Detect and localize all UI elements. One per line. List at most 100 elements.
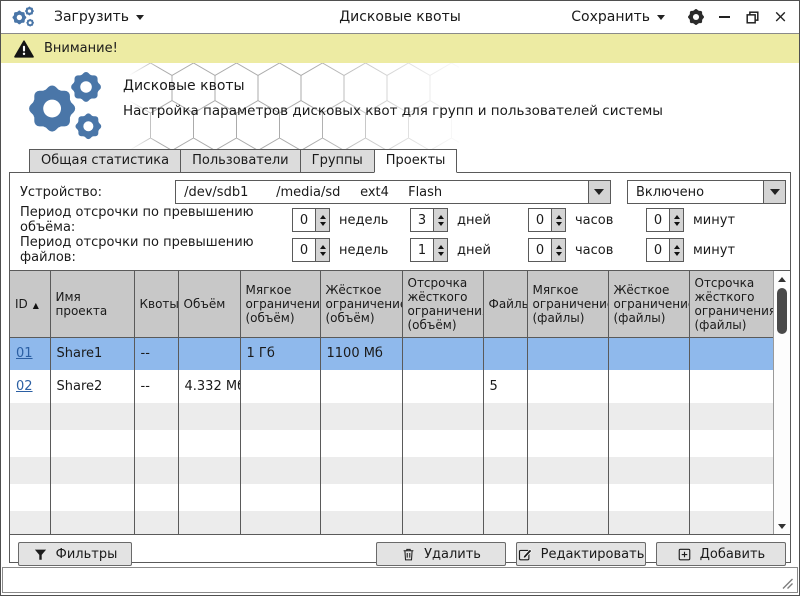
project-id-link[interactable]: 02 [16, 379, 33, 394]
save-menu-button[interactable]: Сохранить [567, 6, 669, 28]
spinner-buttons[interactable] [669, 209, 683, 231]
empty-cell [10, 403, 50, 430]
grace-volume-days-spinner[interactable]: 3 [410, 208, 448, 232]
spinner-down-icon [556, 252, 562, 259]
spinner-value: 3 [411, 209, 433, 231]
empty-cell [527, 511, 608, 535]
table-cell: 4.332 Мб [178, 370, 240, 403]
grace-volume-weeks-spinner[interactable]: 0 [292, 208, 330, 232]
spinner-buttons[interactable] [315, 239, 329, 261]
add-button[interactable]: Добавить [656, 542, 786, 566]
empty-cell [608, 403, 689, 430]
empty-cell [240, 511, 320, 535]
tab-groups[interactable]: Группы [300, 149, 375, 173]
column-header[interactable]: Мягкое ограничение (объём) [240, 271, 320, 337]
empty-cell [50, 511, 134, 535]
edit-button[interactable]: Редактировать [516, 542, 646, 566]
app-window: Загрузить Дисковые квоты Сохранить × Вни… [0, 0, 800, 596]
grace-period-label: Период отсрочки по превышению объёма: [20, 205, 292, 235]
device-combobox[interactable]: /dev/sdb1/media/sdext4Flash [175, 180, 611, 204]
spinner-up-icon [674, 212, 680, 219]
spinner-down-icon [438, 252, 444, 259]
action-buttons-row: Фильтры Удалить Редактировать Добавить [10, 535, 790, 567]
page-subtitle: Настройка параметров дисковых квот для г… [123, 103, 663, 119]
window-maximize-button[interactable] [744, 9, 761, 26]
empty-cell [689, 457, 773, 484]
empty-cell [320, 484, 402, 511]
grace-files-minutes-spinner[interactable]: 0 [646, 238, 684, 262]
column-header[interactable]: Имя проекта [50, 271, 134, 337]
warning-icon [14, 40, 34, 58]
resize-grip-icon[interactable] [781, 577, 794, 590]
column-header[interactable]: Отсрочка жёсткого ограничения (объём) [402, 271, 483, 337]
vertical-scrollbar[interactable] [773, 271, 790, 534]
empty-table-row [10, 484, 773, 511]
window-close-button[interactable]: × [772, 9, 789, 26]
empty-cell [178, 511, 240, 535]
column-header[interactable]: Мягкое ограничение (файлы) [527, 271, 608, 337]
scroll-up-button[interactable] [774, 272, 790, 286]
scroll-down-button[interactable] [774, 519, 790, 533]
spinner-down-icon [438, 222, 444, 229]
spinner-buttons[interactable] [315, 209, 329, 231]
empty-cell [483, 457, 527, 484]
spinner-value: 0 [293, 239, 315, 261]
table-row[interactable]: 02Share2--4.332 Мб5 [10, 370, 773, 403]
spinner-down-icon [674, 222, 680, 229]
load-menu-button[interactable]: Загрузить [50, 6, 148, 28]
spinner-down-icon [320, 222, 326, 229]
tab-bar: Общая статистикаПользователиГруппыПроект… [1, 149, 799, 173]
spinner-unit-label: дней [457, 213, 491, 228]
column-header[interactable]: ID▲ [10, 271, 50, 337]
column-header[interactable]: Объём [178, 271, 240, 337]
project-id-link[interactable]: 01 [16, 346, 33, 361]
quota-status-combobox[interactable]: Включено [627, 180, 786, 204]
spinner-down-icon [320, 252, 326, 259]
grace-volume-minutes-spinner[interactable]: 0 [646, 208, 684, 232]
empty-cell [320, 430, 402, 457]
empty-cell [689, 484, 773, 511]
spinner-buttons[interactable] [433, 209, 447, 231]
grace-volume-hours-spinner[interactable]: 0 [528, 208, 566, 232]
device-value-part: /media/sd [276, 185, 360, 200]
empty-cell [50, 484, 134, 511]
tab-users[interactable]: Пользователи [180, 149, 301, 173]
spinner-down-icon [674, 252, 680, 259]
window-minimize-button[interactable] [716, 9, 733, 26]
empty-cell [10, 430, 50, 457]
empty-cell [527, 484, 608, 511]
column-header[interactable]: Жёсткое ограничение (файлы) [608, 271, 689, 337]
status-bar [2, 567, 798, 593]
grace-files-days-spinner[interactable]: 1 [410, 238, 448, 262]
quota-status-value: Включено [628, 185, 704, 200]
projects-tab-panel: Устройство: /dev/sdb1/media/sdext4Flash … [9, 172, 791, 563]
title-bar: Загрузить Дисковые квоты Сохранить × [1, 1, 799, 34]
empty-table-row [10, 430, 773, 457]
filters-button[interactable]: Фильтры [18, 542, 132, 566]
grace-period-row-files: Период отсрочки по превышению файлов:0не… [10, 235, 790, 265]
settings-gear-icon[interactable] [687, 8, 705, 26]
status-combobox-arrow[interactable] [763, 181, 785, 203]
table-header-row: ID▲Имя проектаКвотыОбъёмМягкое ограничен… [10, 271, 773, 337]
spinner-buttons[interactable] [551, 239, 565, 261]
table-row[interactable]: 01Share1--1 Гб1100 Мб [10, 337, 773, 370]
spinner-buttons[interactable] [433, 239, 447, 261]
grace-files-weeks-spinner[interactable]: 0 [292, 238, 330, 262]
tab-projects[interactable]: Проекты [374, 149, 458, 173]
spinner-value: 0 [529, 239, 551, 261]
column-header[interactable]: Файлы [483, 271, 527, 337]
grace-files-hours-spinner[interactable]: 0 [528, 238, 566, 262]
device-combobox-arrow[interactable] [588, 181, 610, 203]
load-menu-label: Загрузить [54, 9, 129, 25]
tab-general-stats[interactable]: Общая статистика [29, 149, 181, 173]
column-header[interactable]: Отсрочка жёсткого ограничения (файлы) [689, 271, 773, 337]
spinner-buttons[interactable] [551, 209, 565, 231]
triangle-down-icon [778, 524, 786, 533]
spinner-buttons[interactable] [669, 239, 683, 261]
delete-button[interactable]: Удалить [376, 542, 506, 566]
column-header[interactable]: Квоты [134, 271, 178, 337]
scrollbar-thumb[interactable] [777, 288, 787, 334]
column-header[interactable]: Жёсткое ограничение (объём) [320, 271, 402, 337]
empty-cell [689, 430, 773, 457]
spinner-unit-label: часов [575, 243, 613, 258]
